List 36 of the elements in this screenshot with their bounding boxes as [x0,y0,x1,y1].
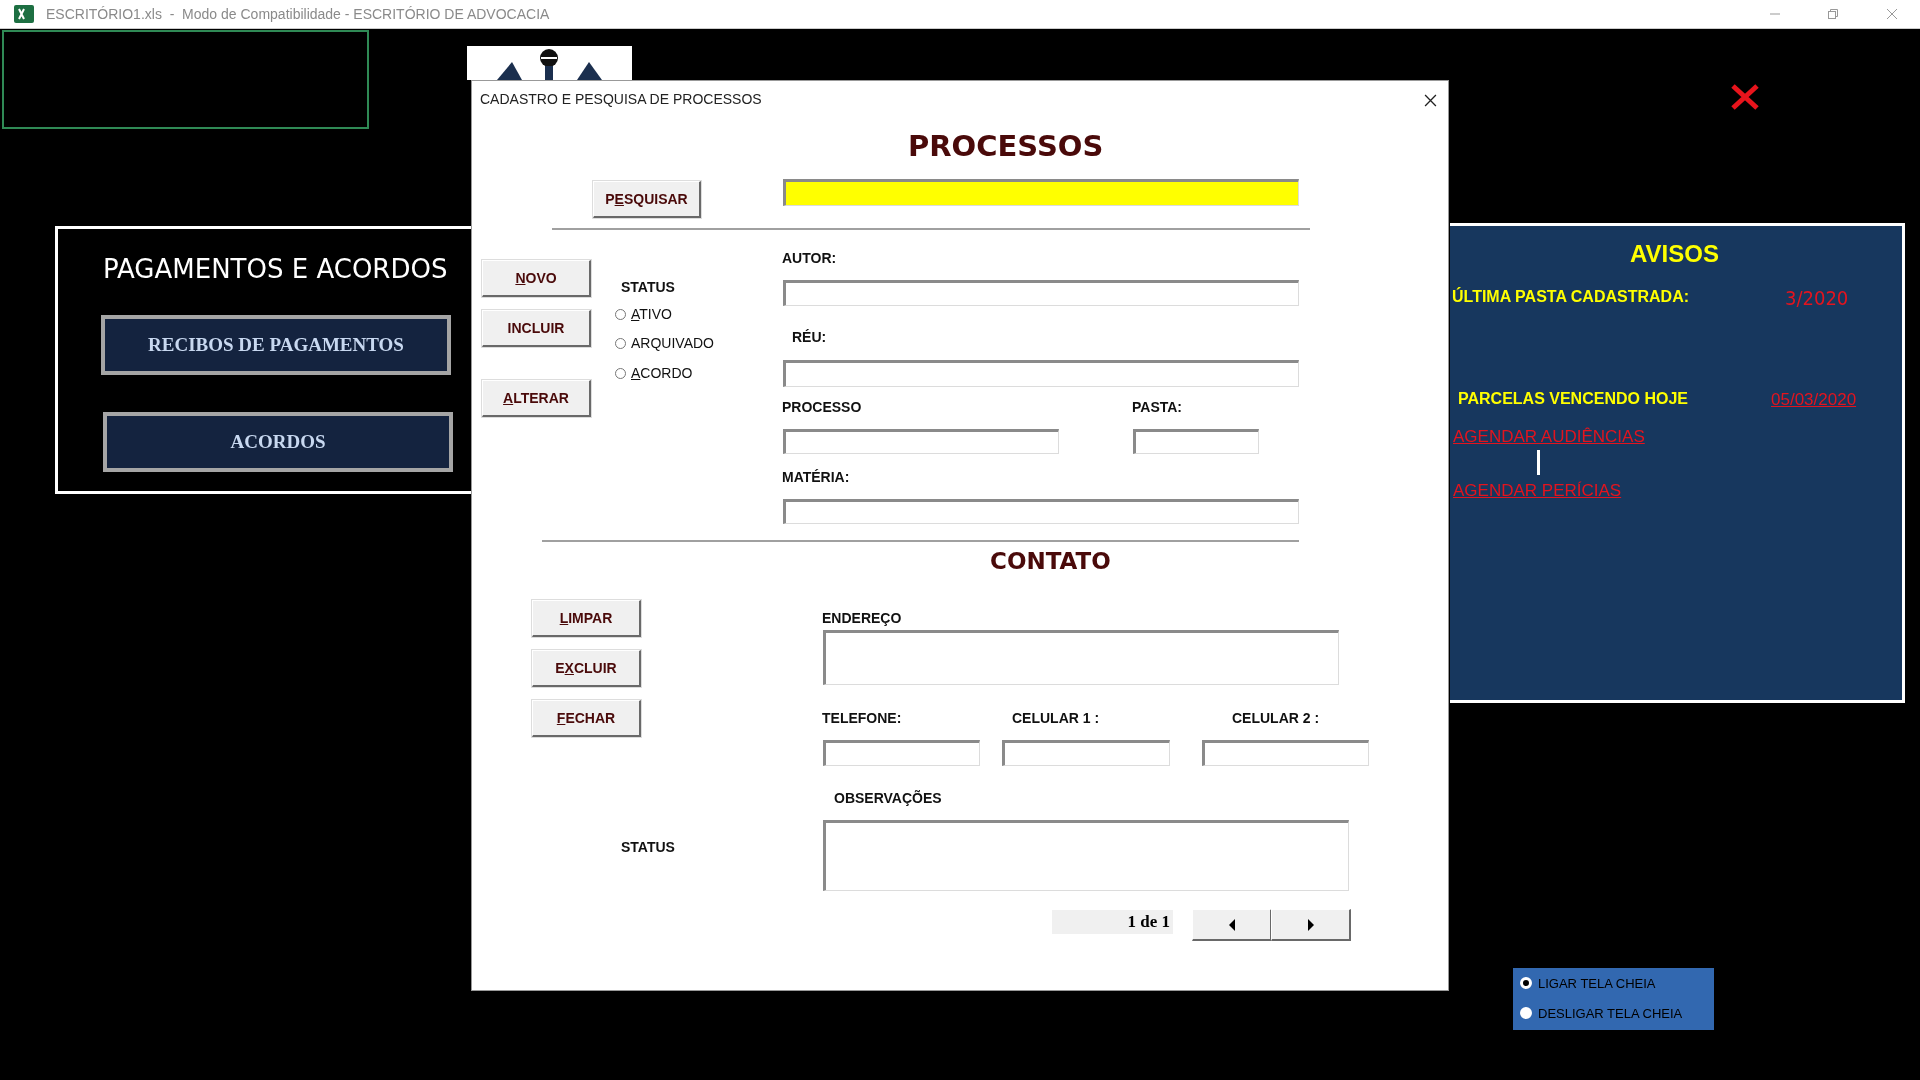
page-indicator: 1 de 1 [1052,910,1173,934]
window-title: ESCRITÓRIO1.xls - Modo de Compatibilidade - ESCRITÓRIO DE ADVOCACIA [46,6,550,22]
field-label: STATUS [621,839,675,855]
notice-label: PARCELAS VENCENDO HOJE [1458,390,1688,408]
form-button[interactable]: ALTERAR [482,380,591,417]
form-heading: PROCESSOS [908,129,1104,163]
form-button[interactable]: LIMPAR [532,600,641,637]
field-label: AUTOR: [782,250,837,266]
field-label: ENDEREÇO [822,610,902,626]
field-label: PROCESSO [782,399,862,415]
search-button[interactable]: PESQUISAR [593,181,701,218]
option-label: DESLIGAR TELA CHEIA [1538,1005,1683,1021]
field-label: MATÉRIA: [782,469,850,485]
panel-title: PAGAMENTOS E ACORDOS [103,254,448,284]
field-label: CELULAR 1 : [1012,710,1100,726]
panel-button[interactable]: RECIBOS DE PAGAMENTOS [101,315,451,375]
field-label: TELEFONE: [822,710,902,726]
field-label: STATUS [621,279,675,295]
form-button[interactable]: INCLUIR [482,310,591,347]
field-label: CELULAR 2 : [1232,710,1320,726]
notice-value: 3/2020 [1785,286,1849,310]
form-button[interactable]: NOVO [482,260,591,297]
form-button[interactable]: EXCLUIR [532,650,641,687]
field-label: OBSERVAÇÕES [834,790,942,806]
notices-title: AVISOS [1630,240,1719,268]
status-radio[interactable]: ARQUIVADO [615,334,714,352]
notice-label: ÚLTIMA PASTA CADASTRADA: [1452,288,1689,306]
form-button[interactable]: FECHAR [532,700,641,737]
status-radio[interactable]: ACORDO [615,364,693,382]
dialog-title: CADASTRO E PESQUISA DE PROCESSOS [480,91,762,107]
panel-button[interactable]: ACORDOS [103,412,453,472]
option-label: LIGAR TELA CHEIA [1538,975,1656,991]
field-label: PASTA: [1132,399,1183,415]
status-radio[interactable]: ATIVO [615,305,672,323]
section-heading: CONTATO [990,548,1111,574]
field-label: RÉU: [792,329,827,345]
